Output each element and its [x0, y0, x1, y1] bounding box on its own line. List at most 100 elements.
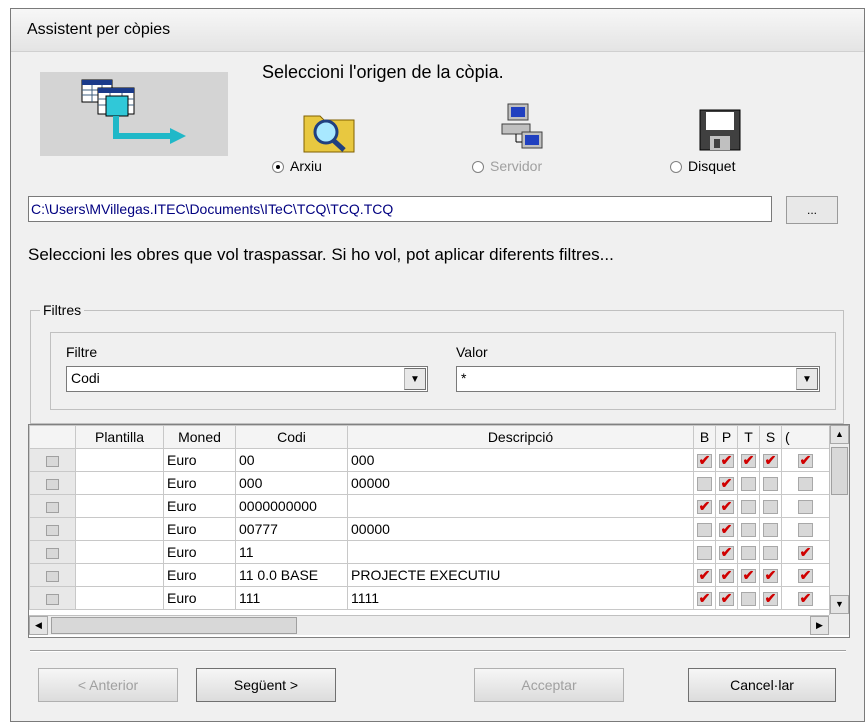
cell-flag[interactable]	[759, 494, 782, 518]
unchecked-box-icon[interactable]	[697, 546, 712, 561]
cell-flag[interactable]	[737, 540, 760, 564]
cancel-button[interactable]: Cancel·lar	[688, 668, 836, 702]
floppy-disk-icon[interactable]	[698, 108, 742, 152]
filter-combo[interactable]: Codi ▼	[66, 366, 428, 392]
col-moneda[interactable]: Moned	[163, 425, 236, 449]
table-row[interactable]: Euro 11 ✔ ✔	[29, 540, 830, 564]
cell-flag[interactable]: ✔	[715, 586, 738, 610]
col-s[interactable]: S	[759, 425, 782, 449]
table-row[interactable]: Euro 00 000 ✔ ✔ ✔ ✔ ✔	[29, 448, 830, 472]
cell-flag[interactable]: ✔	[781, 563, 830, 587]
col-t[interactable]: T	[737, 425, 760, 449]
row-selector-button[interactable]	[46, 455, 59, 467]
unchecked-box-icon[interactable]	[697, 477, 712, 492]
unchecked-box-icon[interactable]	[741, 523, 756, 538]
checkmark-icon[interactable]: ✔	[741, 453, 756, 469]
cell-flag[interactable]: ✔	[715, 448, 738, 472]
cell-plantilla[interactable]	[75, 471, 164, 495]
cell-plantilla[interactable]	[75, 563, 164, 587]
cell-flag[interactable]: ✔	[693, 586, 716, 610]
unchecked-box-icon[interactable]	[741, 500, 756, 515]
cell-moneda[interactable]: Euro	[163, 563, 236, 587]
radio-arxiu-label[interactable]: Arxiu	[290, 158, 322, 174]
col-extra[interactable]: (	[781, 425, 830, 449]
unchecked-box-icon[interactable]	[763, 546, 778, 561]
cell-descripcio[interactable]	[347, 494, 694, 518]
cell-descripcio[interactable]: 1111	[347, 586, 694, 610]
row-selector[interactable]	[29, 540, 76, 564]
checkmark-icon[interactable]: ✔	[798, 591, 813, 607]
cell-moneda[interactable]: Euro	[163, 540, 236, 564]
chevron-down-icon[interactable]: ▼	[404, 368, 426, 390]
cell-plantilla[interactable]	[75, 448, 164, 472]
cell-flag[interactable]: ✔	[715, 471, 738, 495]
unchecked-box-icon[interactable]	[763, 477, 778, 492]
chevron-down-icon[interactable]: ▼	[796, 368, 818, 390]
unchecked-box-icon[interactable]	[741, 546, 756, 561]
cell-codi[interactable]: 111	[235, 586, 348, 610]
unchecked-box-icon[interactable]	[741, 477, 756, 492]
folder-search-icon[interactable]	[300, 108, 360, 154]
scroll-up-icon[interactable]: ▲	[830, 425, 849, 444]
cell-moneda[interactable]: Euro	[163, 494, 236, 518]
cell-flag[interactable]	[759, 540, 782, 564]
row-selector-button[interactable]	[46, 501, 59, 513]
cell-flag[interactable]	[737, 517, 760, 541]
cell-plantilla[interactable]	[75, 517, 164, 541]
radio-disquet-label[interactable]: Disquet	[688, 158, 735, 174]
checkmark-icon[interactable]: ✔	[798, 568, 813, 584]
cell-codi[interactable]: 00	[235, 448, 348, 472]
checkmark-icon[interactable]: ✔	[719, 499, 734, 515]
col-b[interactable]: B	[693, 425, 716, 449]
unchecked-box-icon[interactable]	[697, 523, 712, 538]
cell-flag[interactable]: ✔	[715, 494, 738, 518]
cell-flag[interactable]	[781, 517, 830, 541]
table-row[interactable]: Euro 0000000000 ✔ ✔	[29, 494, 830, 518]
cell-moneda[interactable]: Euro	[163, 517, 236, 541]
cell-flag[interactable]: ✔	[781, 586, 830, 610]
checkmark-icon[interactable]: ✔	[719, 545, 734, 561]
checkmark-icon[interactable]: ✔	[719, 522, 734, 538]
unchecked-box-icon[interactable]	[798, 523, 813, 538]
cell-descripcio[interactable]: 000	[347, 448, 694, 472]
checkmark-icon[interactable]: ✔	[763, 568, 778, 584]
value-combo[interactable]: * ▼	[456, 366, 820, 392]
unchecked-box-icon[interactable]	[763, 523, 778, 538]
checkmark-icon[interactable]: ✔	[719, 453, 734, 469]
cell-flag[interactable]	[759, 471, 782, 495]
cell-flag[interactable]	[781, 471, 830, 495]
cell-moneda[interactable]: Euro	[163, 448, 236, 472]
vertical-scrollbar[interactable]: ▲ ▼	[829, 425, 849, 615]
cell-codi[interactable]: 11	[235, 540, 348, 564]
unchecked-box-icon[interactable]	[798, 500, 813, 515]
path-field[interactable]: C:\Users\MVillegas.ITEC\Documents\ITeC\T…	[28, 196, 772, 222]
table-row[interactable]: Euro 000 00000 ✔	[29, 471, 830, 495]
radio-arxiu[interactable]	[272, 161, 284, 173]
row-selector-button[interactable]	[46, 524, 59, 536]
checkmark-icon[interactable]: ✔	[719, 591, 734, 607]
checkmark-icon[interactable]: ✔	[798, 453, 813, 469]
checkmark-icon[interactable]: ✔	[741, 568, 756, 584]
row-selector[interactable]	[29, 563, 76, 587]
cell-flag[interactable]: ✔	[715, 517, 738, 541]
horizontal-scrollbar[interactable]: ◀ ▶	[29, 615, 829, 635]
row-selector[interactable]	[29, 471, 76, 495]
row-selector-button[interactable]	[46, 593, 59, 605]
cell-flag[interactable]: ✔	[759, 586, 782, 610]
horizontal-scroll-thumb[interactable]	[51, 617, 297, 634]
cell-plantilla[interactable]	[75, 586, 164, 610]
table-row[interactable]: Euro 11 0.0 BASE PROJECTE EXECUTIU ✔ ✔ ✔ ✔ ✔	[29, 563, 830, 587]
cell-codi[interactable]: 0000000000	[235, 494, 348, 518]
checkmark-icon[interactable]: ✔	[719, 476, 734, 492]
cell-descripcio[interactable]: 00000	[347, 471, 694, 495]
cell-flag[interactable]	[693, 540, 716, 564]
checkmark-icon[interactable]: ✔	[798, 545, 813, 561]
cell-plantilla[interactable]	[75, 540, 164, 564]
unchecked-box-icon[interactable]	[741, 592, 756, 607]
cell-flag[interactable]	[781, 494, 830, 518]
cell-flag[interactable]: ✔	[737, 448, 760, 472]
row-selector[interactable]	[29, 586, 76, 610]
scroll-down-icon[interactable]: ▼	[830, 595, 849, 614]
cell-flag[interactable]: ✔	[715, 540, 738, 564]
cell-flag[interactable]: ✔	[759, 448, 782, 472]
